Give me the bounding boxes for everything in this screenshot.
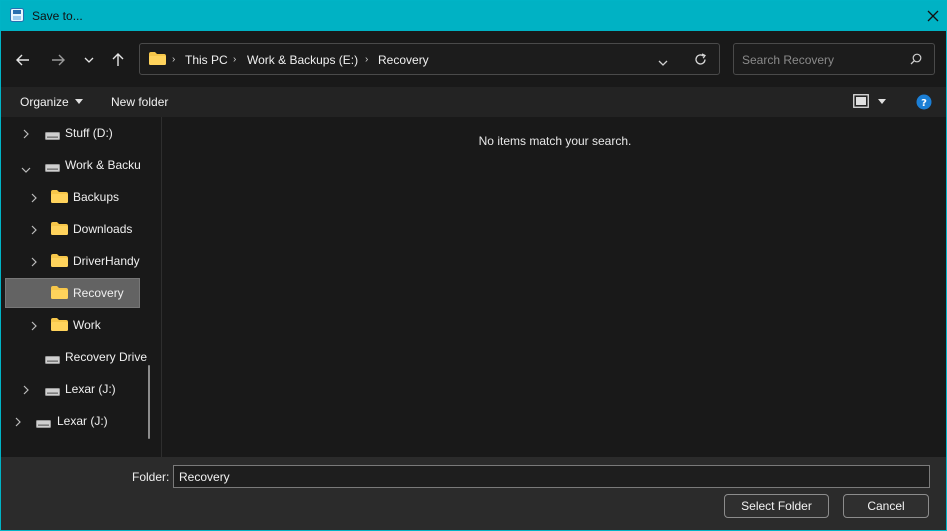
view-options-button[interactable] [853, 94, 887, 111]
chevron-down-icon [658, 60, 668, 66]
tree-item-label: Lexar (J:) [65, 382, 116, 396]
tree-item-label: Work & Backu [65, 158, 141, 172]
tree-item-lexar-j[interactable]: Lexar (J:) [5, 374, 140, 404]
search-placeholder: Search Recovery [742, 53, 835, 67]
close-button[interactable] [918, 1, 946, 31]
tree-item-label: Backups [73, 190, 120, 204]
tree-item-backups[interactable]: Backups [5, 182, 140, 212]
folder-icon [51, 318, 68, 334]
caret-down-icon [74, 99, 83, 104]
window-title: Save to... [32, 9, 83, 23]
chevron-right-icon [23, 128, 29, 142]
organize-menu[interactable]: Organize [20, 95, 83, 109]
help-button[interactable]: ? [916, 94, 932, 113]
chevron-right-icon [31, 256, 37, 270]
tree-item-recovery[interactable]: Recovery [5, 278, 140, 308]
folder-icon [51, 254, 68, 270]
tree-item-label: Lexar (J:) [57, 414, 108, 428]
save-dialog: Save to... › This PC › Work & Backups (E… [0, 0, 947, 531]
breadcrumb-separator-icon: › [233, 54, 237, 65]
tree-item-label: Work [73, 318, 101, 332]
file-list-area[interactable]: No items match your search. [162, 117, 946, 457]
save-dialog-icon [10, 8, 24, 22]
tree-item-lexar-j-root[interactable]: Lexar (J:) [5, 406, 140, 436]
select-folder-button[interactable]: Select Folder [724, 494, 829, 518]
tree-item-work[interactable]: Work [5, 310, 140, 340]
caret-down-icon [878, 99, 887, 104]
address-bar[interactable]: › This PC › Work & Backups (E:) › Recove… [139, 43, 720, 75]
empty-message: No items match your search. [478, 134, 632, 148]
tree-item-label: DriverHandy [73, 254, 140, 268]
search-box[interactable]: Search Recovery [733, 43, 935, 75]
organize-label: Organize [20, 95, 69, 109]
breadcrumb-separator-icon: › [172, 54, 176, 65]
navigation-pane[interactable]: Stuff (D:) Work & Backu Backups Download… [1, 117, 162, 457]
refresh-button[interactable] [694, 53, 707, 69]
folder-icon [51, 286, 68, 302]
tree-item-label: Recovery Drive [65, 350, 148, 364]
address-history-button[interactable] [658, 55, 668, 69]
tree-item-label: Downloads [73, 222, 133, 236]
tree-item-driverhandy[interactable]: DriverHandy [5, 246, 140, 276]
folder-field[interactable] [173, 465, 930, 488]
drive-icon [45, 385, 60, 399]
close-icon [927, 10, 939, 22]
tree-item-label: Stuff (D:) [65, 126, 113, 140]
navigation-bar: › This PC › Work & Backups (E:) › Recove… [1, 31, 946, 87]
forward-button[interactable] [47, 49, 69, 71]
tree-item-label: Recovery [73, 286, 124, 300]
svg-text:?: ? [921, 98, 927, 109]
search-icon [910, 53, 922, 68]
drive-icon [45, 161, 60, 175]
refresh-icon [695, 53, 706, 65]
chevron-right-icon [31, 224, 37, 238]
navigation-scrollbar[interactable] [148, 365, 150, 439]
drive-icon [45, 353, 60, 367]
arrow-right-icon [52, 54, 65, 66]
breadcrumb-separator-icon: › [365, 54, 369, 65]
breadcrumb-this-pc[interactable]: This PC [185, 53, 228, 67]
new-folder-button[interactable]: New folder [111, 95, 168, 109]
drive-icon [45, 129, 60, 143]
command-bar: Organize New folder ? [1, 87, 946, 117]
title-bar: Save to... [1, 1, 946, 31]
breadcrumb-recovery[interactable]: Recovery [378, 53, 429, 67]
drive-icon [36, 417, 51, 431]
view-pane-icon [853, 94, 869, 108]
dialog-footer: Folder: Select Folder Cancel [1, 457, 946, 530]
chevron-right-icon [31, 192, 37, 206]
help-icon: ? [916, 94, 932, 110]
folder-label: Folder: [132, 470, 170, 484]
tree-item-stuff-d[interactable]: Stuff (D:) [5, 118, 140, 148]
folder-icon [149, 52, 166, 68]
folder-icon [51, 190, 68, 206]
chevron-right-icon [31, 320, 37, 334]
tree-item-downloads[interactable]: Downloads [5, 214, 140, 244]
tree-item-recovery-drive[interactable]: Recovery Drive [5, 342, 147, 372]
arrow-up-icon [112, 53, 124, 66]
chevron-down-icon [84, 57, 94, 63]
chevron-right-icon [15, 416, 21, 430]
cancel-button[interactable]: Cancel [843, 494, 929, 518]
arrow-left-icon [16, 54, 29, 66]
folder-icon [51, 222, 68, 238]
recent-locations-button[interactable] [78, 49, 100, 71]
breadcrumb-work-backups[interactable]: Work & Backups (E:) [247, 53, 358, 67]
chevron-down-icon [21, 162, 31, 176]
up-button[interactable] [107, 49, 129, 71]
back-button[interactable] [12, 49, 34, 71]
chevron-right-icon [23, 384, 29, 398]
tree-item-work-backups[interactable]: Work & Backu [5, 150, 141, 180]
